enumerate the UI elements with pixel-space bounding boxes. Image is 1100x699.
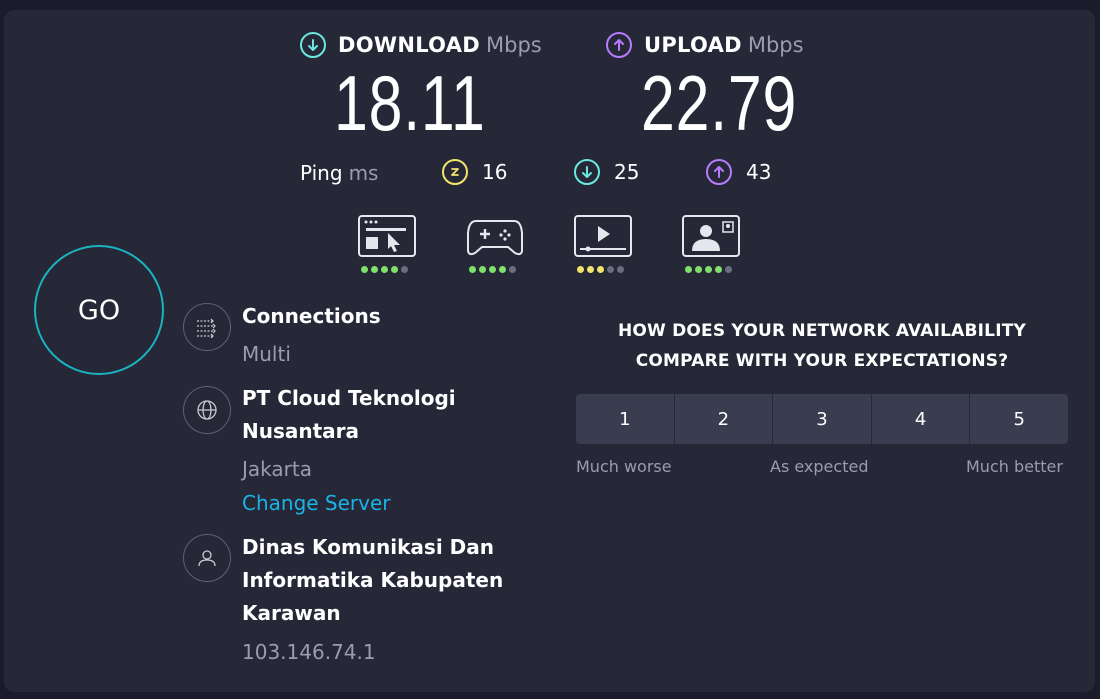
survey-option-4[interactable]: 4 [871,394,971,444]
rating-dot [577,266,584,273]
survey-option-1[interactable]: 1 [576,394,675,444]
download-unit: Mbps [486,33,542,57]
video-streaming-rating [577,266,624,273]
upload-value: 22.79 [641,59,798,147]
rating-dot [371,266,378,273]
upload-unit: Mbps [747,33,804,57]
arrow-up-icon [706,159,732,185]
upload-label: UPLOAD [644,33,742,57]
ping-download: 25 [574,159,639,185]
globe-icon [183,386,231,434]
provider-ip: 103.146.74.1 [242,640,376,664]
survey-option-5[interactable]: 5 [970,394,1068,444]
ping-idle-value: 16 [482,160,508,184]
server-name-line1: PT Cloud Teknologi [242,386,456,410]
survey-question-line1: HOW DOES YOUR NETWORK AVAILABILITY [617,321,1027,341]
survey-question-line2: COMPARE WITH YOUR EXPECTATIONS? [635,351,1009,371]
server-name: PT Cloud Teknologi Nusantara [242,382,456,448]
ping-upload: 43 [706,159,771,185]
rating-dot [401,266,408,273]
go-button[interactable]: GO [34,245,164,375]
ping-download-value: 25 [614,160,640,184]
provider-line3: Karawan [242,601,341,625]
server-location: Jakarta [242,457,312,481]
rating-dot [479,266,486,273]
survey-caption-low: Much worse [576,457,672,476]
ping-idle: 16 [442,159,507,185]
ping-label: Ping ms [300,161,378,185]
web-browsing-icon [358,215,416,257]
rating-dot [361,266,368,273]
ping-unit: ms [348,161,379,185]
lightning-icon [442,159,468,185]
rating-dot [617,266,624,273]
gaming-rating [469,266,516,273]
rating-dot [685,266,692,273]
arrow-down-icon [574,159,600,185]
connections-icon [183,303,231,351]
rating-dot [597,266,604,273]
ping-label-text: Ping [300,161,343,185]
download-header: DOWNLOAD Mbps [300,32,542,58]
rating-dot [607,266,614,273]
survey-caption-high: Much better [966,457,1063,476]
arrow-up-icon [606,32,632,58]
rating-dot [695,266,702,273]
survey-question: HOW DOES YOUR NETWORK AVAILABILITY COMPA… [576,316,1068,376]
web-browsing-rating [361,266,408,273]
arrow-down-icon [300,32,326,58]
provider-line2: Informatika Kabupaten [242,568,504,592]
survey-options: 1 2 3 4 5 [576,394,1068,444]
survey-option-2[interactable]: 2 [674,394,774,444]
rating-dot [391,266,398,273]
download-value: 18.11 [334,59,486,147]
server-name-line2: Nusantara [242,419,360,443]
provider-line1: Dinas Komunikasi Dan [242,535,494,559]
survey-option-3[interactable]: 3 [773,394,872,444]
rating-dot [469,266,476,273]
upload-header: UPLOAD Mbps [606,32,804,58]
rating-dot [587,266,594,273]
rating-dot [715,266,722,273]
rating-dot [499,266,506,273]
provider-name: Dinas Komunikasi Dan Informatika Kabupat… [242,531,503,630]
rating-dot [705,266,712,273]
video-streaming-icon [574,215,632,257]
survey-caption-mid: As expected [770,457,869,476]
rating-dot [725,266,732,273]
video-call-rating [685,266,732,273]
rating-dot [381,266,388,273]
change-server-link[interactable]: Change Server [242,491,391,515]
download-label: DOWNLOAD [338,33,481,57]
rating-dot [489,266,496,273]
rating-dot [509,266,516,273]
ping-upload-value: 43 [746,160,772,184]
gaming-icon [466,215,524,257]
connections-value: Multi [242,342,291,366]
video-call-icon [682,215,740,257]
user-icon [183,534,231,582]
connections-title: Connections [242,304,381,328]
